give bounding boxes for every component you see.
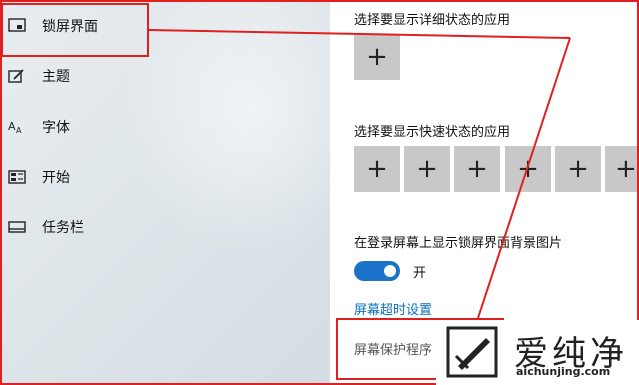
toggle-state-label: 开 [413,266,427,281]
sidebar-item-label: 锁屏界面 [42,19,98,35]
settings-sidebar: 锁屏界面 主题 AA 字体 开始 任务栏 [0,0,330,385]
sidebar-item-label: 开始 [42,170,70,186]
screen-timeout-link[interactable]: 屏幕超时设置 [354,299,432,318]
start-icon [8,168,26,186]
sidebar-item-label: 字体 [42,120,70,136]
toggle-knob [384,265,396,277]
font-icon: AA [8,118,26,136]
screensaver-link[interactable]: 屏幕保护程序 [354,339,432,358]
add-quick-app-button-3[interactable]: + [454,146,500,192]
sidebar-item-taskbar[interactable]: 任务栏 [0,207,330,247]
watermark-logo-icon [446,326,498,378]
site-watermark: 爱纯净 aichunjing.com [436,320,639,385]
lock-screen-icon [8,17,26,35]
sidebar-item-font[interactable]: AA 字体 [0,107,330,147]
taskbar-icon [8,218,26,236]
svg-text:A: A [8,120,16,133]
sidebar-item-lock-screen[interactable]: 锁屏界面 [0,6,330,46]
add-quick-app-button-2[interactable]: + [404,146,450,192]
lock-background-heading: 在登录屏幕上显示锁屏界面背景图片 [354,236,563,251]
watermark-url: aichunjing.com [516,365,611,378]
theme-icon [8,67,26,85]
add-quick-app-button-1[interactable]: + [354,146,400,192]
lock-background-toggle[interactable] [354,261,400,281]
sidebar-item-start[interactable]: 开始 [0,157,330,197]
svg-text:A: A [16,126,22,135]
sidebar-item-label: 任务栏 [42,220,84,236]
sidebar-item-theme[interactable]: 主题 [0,56,330,96]
add-detail-app-button[interactable]: + [354,34,400,80]
add-quick-app-button-5[interactable]: + [555,146,601,192]
sidebar-item-label: 主题 [42,69,70,85]
detail-status-heading: 选择要显示详细状态的应用 [354,13,511,28]
add-quick-app-button-4[interactable]: + [505,146,551,192]
quick-status-heading: 选择要显示快速状态的应用 [354,125,511,140]
add-quick-app-button-6[interactable]: + [605,146,639,192]
